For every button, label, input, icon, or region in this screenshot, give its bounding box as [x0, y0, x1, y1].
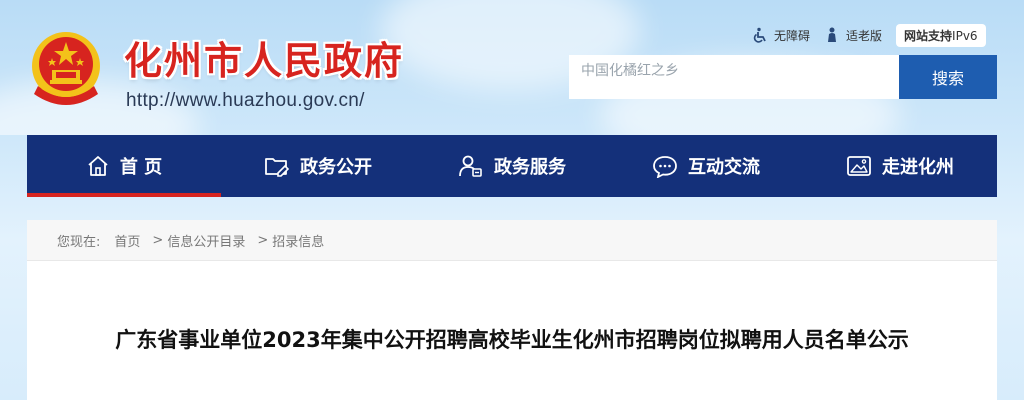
nav-item-label: 政务公开: [300, 157, 372, 178]
nav-item-label: 政务服务: [494, 157, 566, 178]
elderly-person-icon: [828, 27, 837, 42]
user-service-icon: [459, 155, 482, 177]
nav-item-label: 走进化州: [882, 157, 954, 178]
content-panel: 您现在: 首页 > 信息公开目录 > 招录信息 广东省事业单位2023年集中公开…: [27, 220, 997, 400]
nav-item-government-services[interactable]: 政务服务: [415, 135, 609, 197]
nav-item-home[interactable]: 首 页: [27, 135, 221, 197]
nav-item-government-affairs[interactable]: 政务公开: [221, 135, 415, 197]
breadcrumb-link-info-catalog[interactable]: 信息公开目录: [167, 231, 245, 250]
elderly-mode-label: 适老版: [846, 28, 883, 43]
main-nav: 首 页 政务公开 政务服务 互动交流 走进化州: [27, 135, 997, 197]
search-button[interactable]: 搜索: [899, 55, 997, 99]
breadcrumb-link-recruitment[interactable]: 招录信息: [272, 231, 324, 250]
site-title[interactable]: 化州市人民政府: [124, 38, 404, 84]
article-title: 广东省事业单位2023年集中公开招聘高校毕业生化州市招聘岗位拟聘用人员名单公示: [115, 328, 909, 352]
accessibility-link[interactable]: 无障碍: [752, 27, 810, 44]
header-banner: 化州市人民政府 http://www.huazhou.gov.cn/ 无障碍 适…: [0, 0, 1024, 135]
search-box: [569, 55, 899, 99]
search-input[interactable]: [569, 55, 899, 99]
nav-item-label: 互动交流: [688, 157, 760, 178]
national-emblem-icon[interactable]: [28, 28, 104, 110]
breadcrumb-separator: >: [257, 232, 269, 248]
accessibility-label: 无障碍: [774, 28, 811, 43]
elderly-mode-link[interactable]: 适老版: [824, 27, 882, 44]
folder-icon: [265, 158, 290, 177]
chat-icon: [653, 156, 677, 178]
nav-item-about-huazhou[interactable]: 走进化州: [803, 135, 997, 197]
breadcrumb-separator: >: [152, 232, 164, 248]
wheelchair-icon: [753, 27, 766, 43]
ipv6-badge: 网站支持IPv6: [896, 23, 986, 47]
top-links: 无障碍 适老版 网站支持IPv6: [752, 23, 986, 47]
breadcrumb: 您现在: 首页 > 信息公开目录 > 招录信息: [27, 220, 997, 261]
picture-icon: [847, 156, 871, 176]
site-url[interactable]: http://www.huazhou.gov.cn/: [126, 90, 365, 112]
ipv6-badge-text: IPv6: [952, 28, 978, 43]
nav-item-label: 首 页: [119, 157, 163, 178]
ipv6-badge-bold: 网站支持: [904, 28, 953, 43]
breadcrumb-link-home[interactable]: 首页: [114, 231, 140, 250]
home-icon: [88, 156, 108, 176]
nav-item-interaction[interactable]: 互动交流: [609, 135, 803, 197]
breadcrumb-prefix: 您现在:: [57, 234, 101, 250]
